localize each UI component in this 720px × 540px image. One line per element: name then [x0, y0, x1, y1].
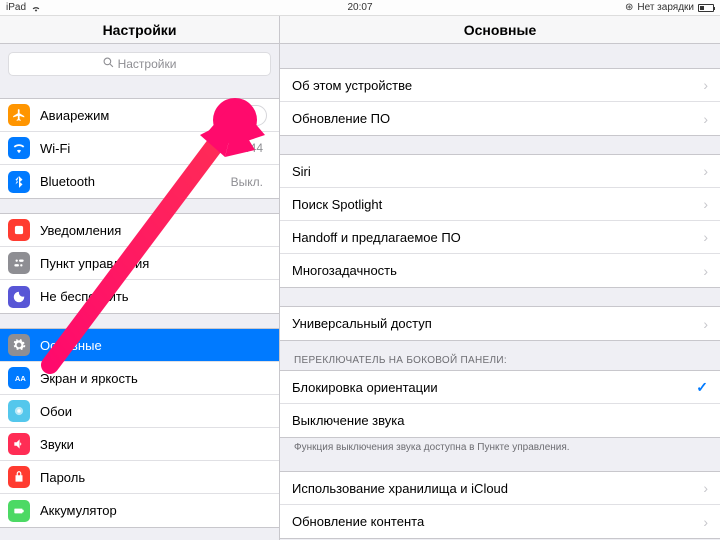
section-header-side-switch: ПЕРЕКЛЮЧАТЕЛЬ НА БОКОВОЙ ПАНЕЛИ: [280, 341, 720, 370]
detail-group-storage: Использование хранилища и iCloud› Обновл… [280, 471, 720, 539]
battery-icon [698, 4, 714, 12]
control-center-icon [8, 252, 30, 274]
battery-settings-icon [8, 500, 30, 522]
detail-item-multitasking[interactable]: Многозадачность› [280, 254, 720, 287]
sidebar-item-notifications[interactable]: Уведомления [0, 214, 279, 247]
sidebar-item-battery[interactable]: Аккумулятор [0, 494, 279, 527]
sidebar[interactable]: Настройки Авиарежим Wi-Fi b444 Bluetooth… [0, 44, 280, 540]
chevron-right-icon: › [703, 229, 708, 245]
detail-group-about: Об этом устройстве› Обновление ПО› [280, 68, 720, 136]
detail-item-background-refresh[interactable]: Обновление контента› [280, 505, 720, 538]
detail-item-lock-rotation[interactable]: Блокировка ориентации✓ [280, 371, 720, 404]
wallpaper-icon [8, 400, 30, 422]
detail-item-about[interactable]: Об этом устройстве› [280, 69, 720, 102]
search-icon [103, 57, 114, 71]
bluetooth-value: Выкл. [231, 175, 263, 189]
bluetooth-icon [8, 171, 30, 193]
wifi-icon [31, 4, 41, 12]
device-label: iPad [6, 2, 26, 13]
sidebar-item-label: Основные [40, 338, 267, 353]
sidebar-item-bluetooth[interactable]: Bluetooth Выкл. [0, 165, 279, 198]
sidebar-item-dnd[interactable]: Не беспокоить [0, 280, 279, 313]
sidebar-item-sounds[interactable]: Звуки [0, 428, 279, 461]
chevron-right-icon: › [703, 77, 708, 93]
detail-pane[interactable]: Об этом устройстве› Обновление ПО› Siri›… [280, 44, 720, 540]
sidebar-item-label: Уведомления [40, 223, 267, 238]
sidebar-item-label: Обои [40, 404, 267, 419]
chevron-right-icon: › [703, 263, 708, 279]
status-bar: iPad 20:07 ⊛ Нет зарядки [0, 0, 720, 16]
search-input[interactable]: Настройки [8, 52, 271, 76]
sidebar-title: Настройки [0, 16, 280, 43]
chevron-right-icon: › [703, 514, 708, 530]
sidebar-item-display[interactable]: AA Экран и яркость [0, 362, 279, 395]
display-icon: AA [8, 367, 30, 389]
chevron-right-icon: › [703, 316, 708, 332]
sidebar-group-main: Основные AA Экран и яркость Обои Звуки П… [0, 328, 279, 528]
sidebar-item-passcode[interactable]: Пароль [0, 461, 279, 494]
sidebar-group-connectivity: Авиарежим Wi-Fi b444 Bluetooth Выкл. [0, 98, 279, 199]
sidebar-item-label: Звуки [40, 437, 267, 452]
detail-item-spotlight[interactable]: Поиск Spotlight› [280, 188, 720, 221]
sidebar-item-airplane[interactable]: Авиарежим [0, 99, 279, 132]
moon-icon [8, 286, 30, 308]
sidebar-item-control-center[interactable]: Пункт управления [0, 247, 279, 280]
section-footer-side-switch: Функция выключения звука доступна в Пунк… [280, 438, 720, 453]
gear-icon [8, 334, 30, 356]
sidebar-item-label: Пароль [40, 470, 267, 485]
detail-item-accessibility[interactable]: Универсальный доступ› [280, 307, 720, 340]
chevron-right-icon: › [703, 480, 708, 496]
detail-title: Основные [280, 16, 720, 43]
sidebar-item-label: Wi-Fi [40, 141, 236, 156]
chevron-right-icon: › [703, 196, 708, 212]
chevron-right-icon: › [703, 163, 708, 179]
charge-indicator-icon: ⊛ [625, 2, 633, 13]
sidebar-group-alerts: Уведомления Пункт управления Не беспокои… [0, 213, 279, 314]
sound-icon [8, 433, 30, 455]
sidebar-item-label: Bluetooth [40, 174, 231, 189]
detail-item-handoff[interactable]: Handoff и предлагаемое ПО› [280, 221, 720, 254]
detail-group-accessibility: Универсальный доступ› [280, 306, 720, 341]
sidebar-item-wallpaper[interactable]: Обои [0, 395, 279, 428]
clock: 20:07 [347, 2, 372, 13]
sidebar-item-label: Авиарежим [40, 108, 231, 123]
sidebar-item-label: Не беспокоить [40, 289, 267, 304]
sidebar-item-label: Пункт управления [40, 256, 267, 271]
checkmark-icon: ✓ [696, 379, 708, 396]
title-bar: Настройки Основные [0, 16, 720, 44]
detail-item-siri[interactable]: Siri› [280, 155, 720, 188]
sidebar-item-label: Экран и яркость [40, 371, 267, 386]
notifications-icon [8, 219, 30, 241]
chevron-right-icon: › [703, 111, 708, 127]
sidebar-item-label: Аккумулятор [40, 503, 267, 518]
wifi-settings-icon [8, 137, 30, 159]
airplane-icon [8, 104, 30, 126]
airplane-toggle[interactable] [231, 105, 267, 126]
detail-item-mute[interactable]: Выключение звука [280, 404, 720, 437]
svg-text:AA: AA [15, 374, 26, 383]
detail-item-storage[interactable]: Использование хранилища и iCloud› [280, 472, 720, 505]
detail-group-features: Siri› Поиск Spotlight› Handoff и предлаг… [280, 154, 720, 288]
charge-label: Нет зарядки [637, 2, 694, 13]
sidebar-item-general[interactable]: Основные [0, 329, 279, 362]
wifi-value: b444 [236, 141, 263, 155]
lock-icon [8, 466, 30, 488]
sidebar-item-wifi[interactable]: Wi-Fi b444 [0, 132, 279, 165]
search-placeholder: Настройки [118, 57, 177, 71]
detail-item-software-update[interactable]: Обновление ПО› [280, 102, 720, 135]
detail-group-side-switch: Блокировка ориентации✓ Выключение звука [280, 370, 720, 438]
